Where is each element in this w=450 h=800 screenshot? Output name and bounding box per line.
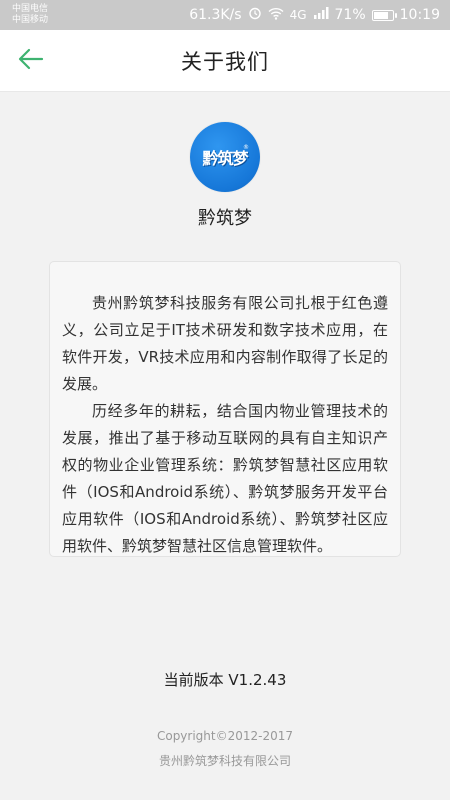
registered-mark-icon: ® — [243, 144, 249, 151]
navigation-bar: 关于我们 — [0, 30, 450, 92]
description-paragraph-2: 历经多年的耕耘，结合国内物业管理技术的发展，推出了基于移动互联网的具有自主知识产… — [62, 402, 388, 555]
description-paragraph-1: 贵州黔筑梦科技服务有限公司扎根于红色遵义，公司立足于IT技术研发和数字技术应用，… — [62, 294, 388, 393]
arrow-left-icon — [18, 48, 44, 74]
signal-icon — [313, 7, 329, 23]
alarm-icon — [248, 6, 262, 24]
company-name: 贵州黔筑梦科技有限公司 — [158, 754, 291, 768]
carrier-2: 中国移动 — [12, 15, 49, 25]
page-title: 关于我们 — [181, 49, 269, 74]
logo-text: 黔筑梦 — [202, 149, 248, 168]
app-name: 黔筑梦 — [198, 208, 252, 229]
battery-fill — [373, 11, 388, 19]
copyright-text: Copyright©2012-2017 — [156, 729, 294, 743]
status-indicators: 61.3K/s 4G 71% 10:19 — [189, 6, 440, 24]
version-label: 当前版本 V1.2.43 — [163, 671, 287, 689]
network-speed: 61.3K/s — [189, 7, 242, 23]
carrier-1: 中国电信 — [12, 4, 49, 14]
battery-percent: 71% — [334, 7, 366, 23]
battery-icon — [371, 9, 397, 21]
carrier-info: 中国电信 中国移动 — [12, 4, 48, 26]
signal-type: 4G — [289, 8, 307, 22]
wifi-icon — [268, 7, 284, 24]
app-logo: 黔筑梦 ® — [190, 122, 260, 192]
status-bar: 中国电信 中国移动 61.3K/s 4G 71% 10:19 — [0, 0, 450, 30]
description-card: 贵州黔筑梦科技服务有限公司扎根于红色遵义，公司立足于IT技术研发和数字技术应用，… — [49, 261, 401, 557]
back-button[interactable] — [14, 46, 48, 76]
clock: 10:19 — [399, 7, 440, 23]
